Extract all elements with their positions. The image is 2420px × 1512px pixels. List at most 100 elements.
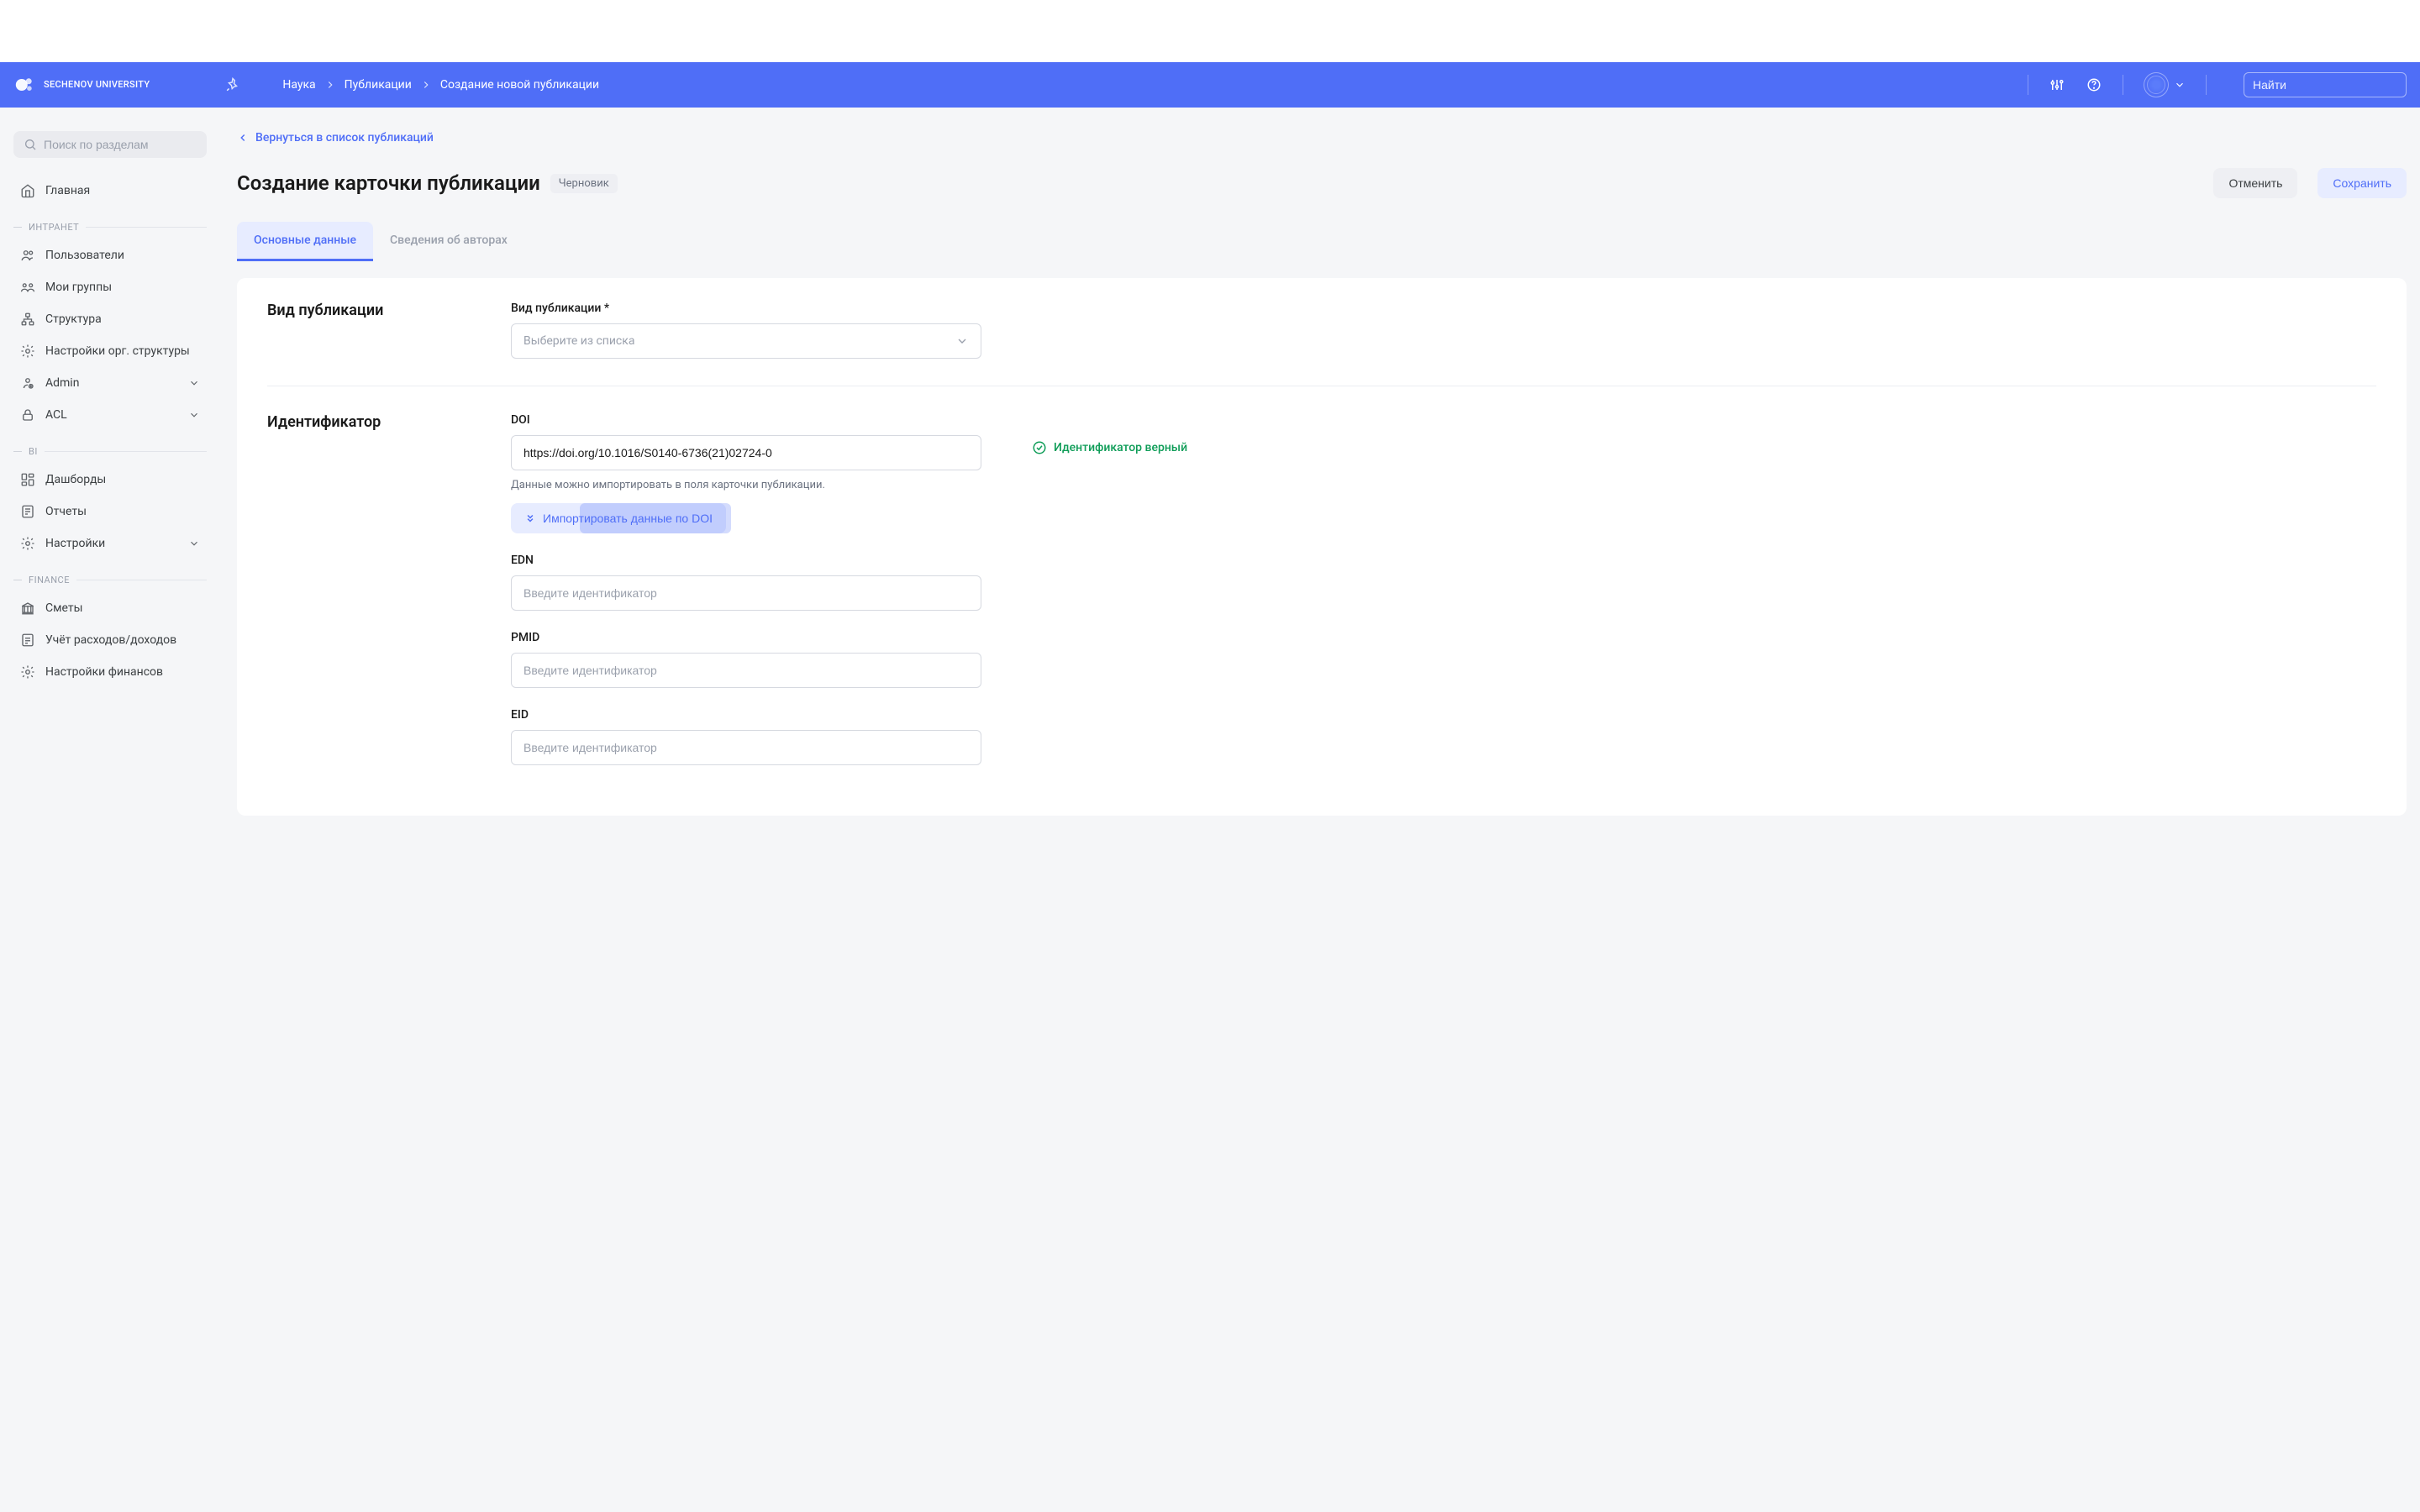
sidebar-item-label: Admin [45,376,79,390]
form-card: Вид публикации Вид публикации * Выберите… [237,278,2407,816]
header-actions [2028,72,2407,97]
sidebar-item-home[interactable]: Главная [13,175,207,207]
page-title: Создание карточки публикации [237,171,540,195]
gear-icon [20,664,35,680]
double-chevron-down-icon [524,512,536,524]
sidebar-item-label: Настройки орг. структуры [45,344,190,358]
sidebar-item-acl[interactable]: ACL [13,399,207,431]
valid-indicator: Идентификатор верный [1032,440,1208,455]
sidebar-item-label: Сметы [45,601,82,615]
section-title: Вид публикации [267,302,477,359]
chevron-right-icon [324,79,336,91]
settings-sliders-button[interactable] [2049,76,2065,93]
field-eid: EID [511,708,981,765]
section-label: FINANCE [29,575,70,585]
field-label-doi: DOI [511,413,981,427]
breadcrumb-item-science[interactable]: Наука [282,78,315,92]
top-blank [0,0,2420,62]
sidebar-search-input[interactable] [44,138,197,151]
help-icon [2086,77,2102,92]
ledger-icon [20,633,35,648]
import-doi-button[interactable]: Импортировать данные по DOI [511,503,726,533]
dashboard-icon [20,472,35,487]
breadcrumb-item-create[interactable]: Создание новой публикации [440,78,599,92]
check-circle-icon [1032,440,1047,455]
sidebar-item-label: Дашборды [45,473,106,486]
back-link-label: Вернуться в список публикаций [255,131,434,144]
sidebar-item-groups[interactable]: Мои группы [13,271,207,303]
help-button[interactable] [2086,76,2102,93]
home-icon [20,183,35,198]
field-label-eid: EID [511,708,981,722]
avatar [2144,72,2169,97]
sidebar-item-label: ACL [45,408,67,422]
chevron-right-icon [420,79,432,91]
pin-icon [225,77,240,92]
group-icon [20,280,35,295]
sidebar-item-structure[interactable]: Структура [13,303,207,335]
sidebar-search[interactable] [13,131,207,158]
field-doi: DOI Данные можно импортировать в поля ка… [511,413,981,533]
sidebar-item-label: Главная [45,184,90,197]
chevron-down-icon [955,334,969,348]
logo-icon [13,73,37,97]
sidebar-item-label: Настройки финансов [45,665,163,679]
gear-icon [20,344,35,359]
gear-icon [20,536,35,551]
field-pmid: PMID [511,631,981,688]
valid-text: Идентификатор верный [1054,441,1187,454]
kind-select[interactable]: Выберите из списка [511,323,981,359]
sidebar-item-label: Пользователи [45,249,124,262]
import-btn-label: Импортировать данные по DOI [543,512,713,525]
sidebar-item-bi-settings[interactable]: Настройки [13,528,207,559]
sidebar-item-dashboards[interactable]: Дашборды [13,464,207,496]
sidebar-item-users[interactable]: Пользователи [13,239,207,271]
field-label-edn: EDN [511,554,981,567]
breadcrumb-item-publications[interactable]: Публикации [345,78,412,92]
chevron-down-icon [188,409,200,421]
divider [2206,75,2207,95]
status-badge: Черновик [550,174,618,193]
sidebar-item-admin[interactable]: Admin [13,367,207,399]
sidebar-section-bi: BI [13,446,207,457]
section-label: ИНТРАНЕТ [29,222,79,233]
users-icon [20,248,35,263]
cancel-button[interactable]: Отменить [2213,168,2297,198]
section-title: Идентификатор [267,413,477,765]
section-kind: Вид публикации Вид публикации * Выберите… [267,302,2376,386]
sidebar-item-label: Отчеты [45,505,87,518]
sidebar-item-reports[interactable]: Отчеты [13,496,207,528]
save-button[interactable]: Сохранить [2317,168,2407,198]
section-identifier: Идентификатор DOI Данные можно импортиро… [267,386,2376,792]
sidebar-item-income[interactable]: Учёт расходов/доходов [13,624,207,656]
sidebar-item-label: Мои группы [45,281,112,294]
pmid-input[interactable] [511,653,981,688]
user-menu[interactable] [2144,72,2186,97]
pin-button[interactable] [225,77,240,92]
search-icon [24,138,37,151]
sidebar-item-finance-settings[interactable]: Настройки финансов [13,656,207,688]
global-search[interactable] [2244,72,2407,97]
select-placeholder: Выберите из списка [523,334,634,348]
global-search-input[interactable] [2253,78,2405,92]
field-kind: Вид публикации * Выберите из списка [511,302,981,359]
sidebar-section-finance: FINANCE [13,575,207,585]
sidebar-section-intranet: ИНТРАНЕТ [13,222,207,233]
report-icon [20,504,35,519]
chevron-down-icon [188,377,200,389]
logo[interactable]: Sechenov University [13,73,150,97]
tab-authors[interactable]: Сведения об авторах [373,222,524,261]
chevron-left-icon [237,132,249,144]
tab-main-data[interactable]: Основные данные [237,222,373,261]
edn-input[interactable] [511,575,981,611]
sidebar-item-org-settings[interactable]: Настройки орг. структуры [13,335,207,367]
field-edn: EDN [511,554,981,611]
doi-hint: Данные можно импортировать в поля карточ… [511,479,981,491]
sidebar-item-budgets[interactable]: Сметы [13,592,207,624]
chevron-down-icon [2174,79,2186,91]
doi-input[interactable] [511,435,981,470]
back-link[interactable]: Вернуться в список публикаций [237,131,434,144]
field-label-kind: Вид публикации * [511,302,981,315]
field-label-pmid: PMID [511,631,981,644]
eid-input[interactable] [511,730,981,765]
